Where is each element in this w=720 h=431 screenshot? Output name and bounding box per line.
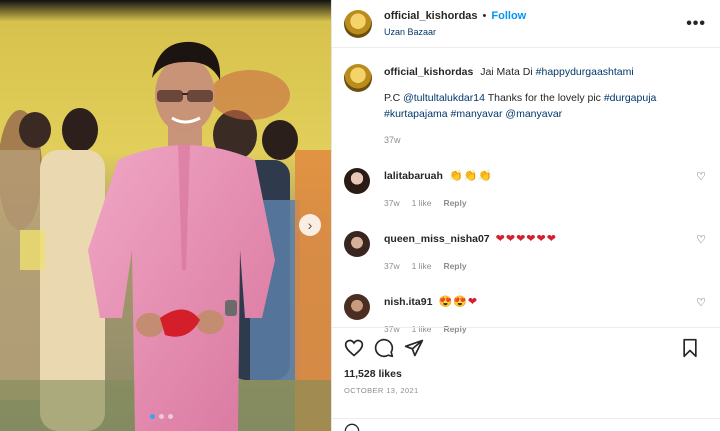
like-comment-heart-icon[interactable]: ♡ [696, 170, 706, 183]
comment-likes[interactable]: 1 like [412, 195, 432, 211]
like-comment-heart-icon[interactable]: ♡ [696, 233, 706, 246]
emoji-icon[interactable] [344, 423, 360, 431]
comment-text: ❤❤❤❤❤❤ [495, 233, 557, 245]
commenter-username[interactable]: lalitabaruah [384, 168, 443, 184]
reply-button[interactable]: Reply [443, 258, 466, 274]
add-comment-bar [332, 418, 720, 431]
hashtag-link[interactable]: #durgapuja [604, 92, 657, 104]
comment-likes[interactable]: 1 like [412, 258, 432, 274]
commenter-avatar[interactable] [344, 294, 370, 320]
comment-text: 👏👏👏 [448, 170, 494, 182]
author-info: official_kishordas • Follow Uzan Bazaar [384, 10, 686, 37]
likes-count[interactable]: 11,528 likes [344, 368, 709, 380]
caption-text: Thanks for the lovely pic [487, 92, 601, 104]
author-avatar[interactable] [344, 9, 372, 38]
carousel-dots [150, 414, 173, 419]
chevron-right-icon: › [307, 217, 313, 233]
commenter-avatar[interactable] [344, 231, 370, 257]
post-header: official_kishordas • Follow Uzan Bazaar … [332, 0, 720, 48]
reply-button[interactable]: Reply [443, 195, 466, 211]
hashtag-link[interactable]: #kurtapajama [384, 108, 448, 120]
comment-item: queen_miss_nisha07 ❤❤❤❤❤❤ 37w 1 like Rep… [344, 231, 708, 274]
carousel-next-button[interactable]: › [299, 214, 321, 236]
post-date[interactable]: OCTOBER 13, 2021 [344, 386, 709, 395]
hashtag-link[interactable]: #happydurgaashtami [536, 66, 634, 78]
action-icons [344, 338, 709, 358]
comment-time[interactable]: 37w [384, 258, 400, 274]
comment-item: lalitabaruah 👏👏👏 37w 1 like Reply ♡ [344, 168, 708, 211]
comment-time[interactable]: 37w [384, 195, 400, 211]
caption-text: P.C [384, 92, 401, 104]
share-icon[interactable] [404, 338, 424, 358]
commenter-username[interactable]: queen_miss_nisha07 [384, 231, 490, 247]
post-photo[interactable]: › [0, 0, 331, 431]
location-link[interactable]: Uzan Bazaar [384, 27, 686, 37]
commenter-username[interactable]: nish.ita91 [384, 294, 432, 310]
comment-text: 😍😍❤ [438, 296, 479, 308]
mention-link[interactable]: @tultultalukdar14 [403, 92, 485, 104]
caption-username[interactable]: official_kishordas [384, 66, 473, 78]
comment-icon[interactable] [374, 338, 394, 358]
caption-avatar[interactable] [344, 64, 372, 92]
caption-text: Jai Mata Di [480, 66, 533, 78]
carousel-dot [168, 414, 173, 419]
like-comment-heart-icon[interactable]: ♡ [696, 296, 706, 309]
more-options-icon[interactable]: ••• [686, 15, 706, 33]
heart-icon[interactable] [344, 338, 364, 358]
caption-timestamp[interactable]: 37w [384, 132, 704, 148]
separator-dot: • [482, 10, 487, 22]
author-username[interactable]: official_kishordas [384, 10, 478, 22]
mention-link[interactable]: @manyavar [505, 108, 562, 120]
caption: official_kishordas Jai Mata Di #happydur… [344, 64, 708, 148]
carousel-dot [150, 414, 155, 419]
comments-section: official_kishordas Jai Mata Di #happydur… [332, 48, 720, 337]
commenter-avatar[interactable] [344, 168, 370, 194]
post-actions: 11,528 likes OCTOBER 13, 2021 [332, 327, 720, 395]
carousel-dot [159, 414, 164, 419]
bookmark-icon[interactable] [681, 338, 699, 358]
hashtag-link[interactable]: #manyavar [451, 108, 503, 120]
post-image [0, 0, 331, 431]
follow-button[interactable]: Follow [491, 10, 526, 22]
post-details-panel: official_kishordas • Follow Uzan Bazaar … [331, 0, 720, 431]
